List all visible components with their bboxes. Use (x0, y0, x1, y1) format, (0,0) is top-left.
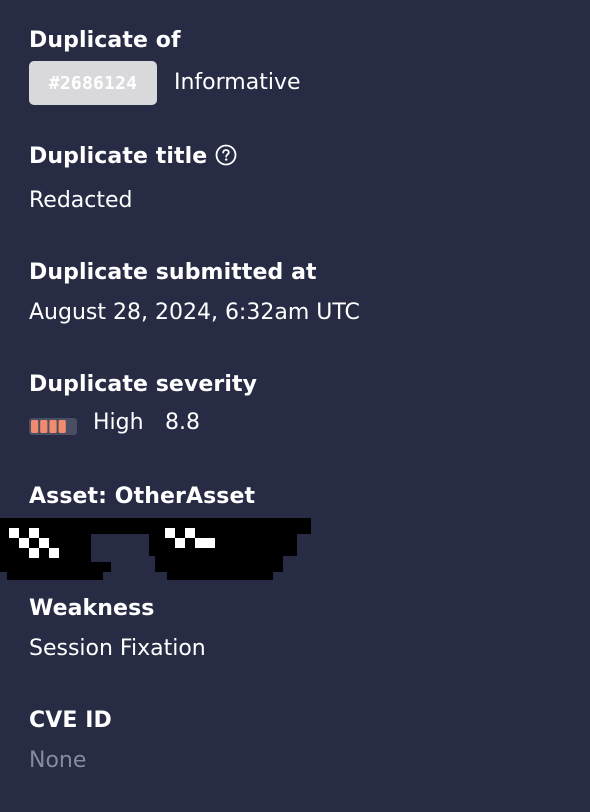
duplicate-title-label-text: Duplicate title (29, 144, 208, 169)
duplicate-title-label: Duplicate title (29, 144, 237, 169)
duplicate-of-label: Duplicate of (29, 28, 181, 53)
pixel-sunglasses-icon (0, 518, 311, 580)
duplicate-submitted-label: Duplicate submitted at (29, 260, 317, 285)
question-circle-icon[interactable] (215, 144, 237, 166)
cve-id-label: CVE ID (29, 708, 112, 733)
cve-id-value: None (29, 748, 87, 773)
severity-segment (49, 420, 57, 433)
weakness-value[interactable]: Session Fixation (29, 636, 206, 661)
severity-segment (58, 420, 66, 433)
duplicate-submitted-value: August 28, 2024, 6:32am UTC (29, 300, 360, 325)
duplicate-title-value: Redacted (29, 188, 133, 213)
asset-label: Asset: OtherAsset (29, 484, 256, 509)
duplicate-report-id-link[interactable]: #2686124 (29, 61, 157, 105)
duplicate-severity-label: Duplicate severity (29, 372, 258, 397)
severity-segment (40, 420, 48, 433)
duplicate-state: Informative (174, 70, 301, 95)
weakness-label: Weakness (29, 596, 155, 621)
severity-segment (31, 420, 39, 433)
severity-meter-icon (29, 418, 77, 435)
severity-rating: High (93, 410, 144, 435)
severity-score: 8.8 (165, 410, 200, 435)
